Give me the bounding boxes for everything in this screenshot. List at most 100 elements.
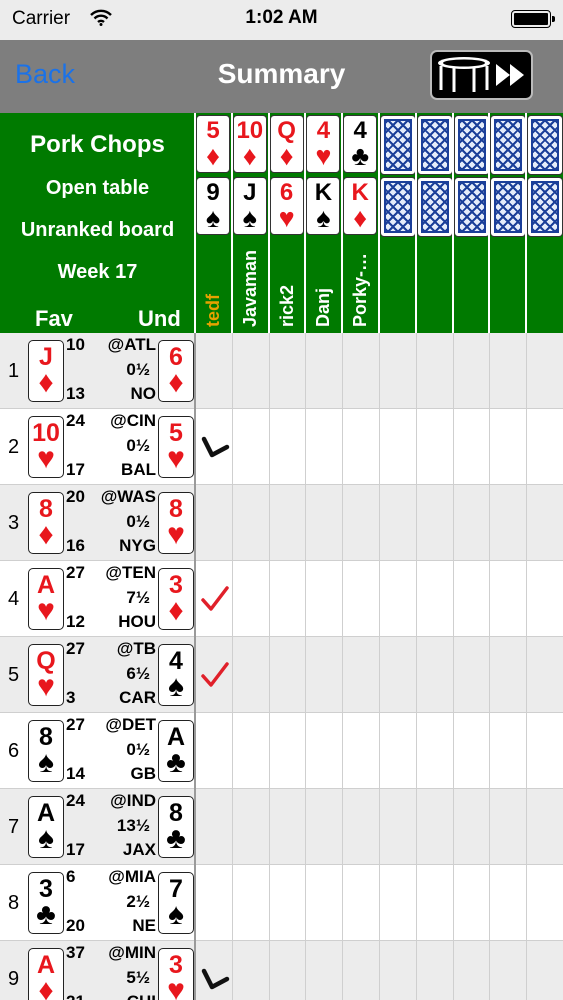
pick-cell[interactable] — [416, 561, 452, 637]
pick-cell[interactable] — [416, 713, 452, 789]
pick-cell[interactable] — [342, 941, 378, 1000]
pick-cell[interactable] — [379, 333, 415, 409]
pick-cell[interactable] — [416, 485, 452, 561]
pick-cell[interactable] — [195, 789, 231, 865]
player-name-column[interactable]: Danj — [305, 237, 341, 327]
player-name-column[interactable]: tedf — [195, 237, 231, 327]
pick-cell[interactable] — [453, 333, 489, 409]
pick-cell[interactable] — [526, 333, 562, 409]
pick-cell[interactable] — [379, 485, 415, 561]
pick-cell[interactable] — [489, 713, 525, 789]
pick-cell[interactable] — [416, 789, 452, 865]
pick-cell[interactable] — [232, 561, 268, 637]
pick-cell[interactable] — [342, 789, 378, 865]
pick-cell[interactable] — [526, 941, 562, 1000]
pick-cell[interactable] — [526, 789, 562, 865]
game-row[interactable]: 1 J ♦ 6 ♦ 10 @ATL 0½ 13 NO — [0, 333, 563, 409]
pick-cell[interactable] — [269, 333, 305, 409]
pick-cell[interactable] — [305, 485, 341, 561]
game-row[interactable]: 9 A♦ 3♥ 37 @MIN 5½ 21 CHI — [0, 941, 563, 1000]
game-row[interactable]: 8 3 ♣ 7 ♠ 6 @MIA 2½ 20 NE — [0, 865, 563, 941]
player-name-column[interactable] — [526, 237, 562, 327]
game-row[interactable]: 5 Q ♥ 4 ♠ 27 @TB 6½ 3 CAR — [0, 637, 563, 713]
pick-cell[interactable] — [489, 637, 525, 713]
pick-cell[interactable] — [195, 865, 231, 941]
pick-cell[interactable] — [526, 637, 562, 713]
pick-cell[interactable] — [305, 333, 341, 409]
pick-cell[interactable] — [453, 713, 489, 789]
pick-cell[interactable] — [232, 333, 268, 409]
game-row[interactable]: 6 8 ♠ A ♣ 27 @DET 0½ 14 GB — [0, 713, 563, 789]
pick-cell[interactable] — [379, 789, 415, 865]
pick-cell[interactable] — [269, 485, 305, 561]
pick-cell[interactable] — [305, 637, 341, 713]
player-name-column[interactable] — [416, 237, 452, 327]
pick-cell[interactable] — [232, 713, 268, 789]
player-name-column[interactable]: rick2 — [269, 237, 305, 327]
game-row[interactable]: 3 8 ♦ 8 ♥ 20 @WAS 0½ 16 NYG — [0, 485, 563, 561]
pick-cell[interactable] — [416, 865, 452, 941]
pick-cell[interactable] — [526, 865, 562, 941]
pick-cell[interactable] — [305, 713, 341, 789]
pick-cell[interactable] — [416, 409, 452, 485]
pick-cell[interactable] — [342, 409, 378, 485]
pick-cell[interactable] — [305, 865, 341, 941]
player-name-column[interactable]: Javaman — [232, 237, 268, 327]
player-name-column[interactable]: Porky-… — [342, 237, 378, 327]
pick-cell[interactable] — [453, 789, 489, 865]
pick-cell[interactable] — [416, 637, 452, 713]
pick-cell[interactable] — [453, 485, 489, 561]
pick-cell[interactable] — [453, 941, 489, 1000]
pick-cell[interactable] — [342, 637, 378, 713]
pick-cell[interactable] — [342, 485, 378, 561]
pick-cell[interactable] — [195, 333, 231, 409]
player-name-column[interactable] — [489, 237, 525, 327]
pick-cell[interactable] — [232, 637, 268, 713]
pick-cell[interactable] — [489, 333, 525, 409]
pick-cell[interactable] — [489, 485, 525, 561]
pick-cell[interactable] — [379, 865, 415, 941]
pick-cell[interactable] — [453, 865, 489, 941]
pick-cell[interactable] — [379, 409, 415, 485]
pick-cell[interactable] — [453, 561, 489, 637]
pick-cell[interactable] — [269, 409, 305, 485]
pick-cell[interactable] — [269, 789, 305, 865]
pick-cell[interactable] — [379, 561, 415, 637]
pick-cell[interactable] — [269, 865, 305, 941]
player-name-column[interactable] — [379, 237, 415, 327]
pick-cell[interactable] — [232, 865, 268, 941]
game-row[interactable]: 7 A ♠ 8 ♣ 24 @IND 13½ 17 JAX — [0, 789, 563, 865]
pick-cell[interactable] — [526, 409, 562, 485]
pick-cell[interactable] — [269, 561, 305, 637]
pick-cell[interactable] — [342, 713, 378, 789]
pick-cell[interactable] — [489, 561, 525, 637]
pick-cell[interactable] — [269, 713, 305, 789]
pick-cell[interactable] — [416, 941, 452, 1000]
pick-cell[interactable] — [269, 941, 305, 1000]
pick-cell[interactable] — [305, 561, 341, 637]
pick-cell[interactable] — [526, 561, 562, 637]
pick-cell[interactable] — [453, 637, 489, 713]
pick-cell[interactable] — [526, 485, 562, 561]
pick-cell[interactable] — [305, 941, 341, 1000]
pick-cell[interactable] — [195, 713, 231, 789]
player-name-column[interactable] — [453, 237, 489, 327]
pick-cell[interactable] — [379, 713, 415, 789]
pick-cell[interactable] — [489, 789, 525, 865]
pick-cell[interactable] — [379, 941, 415, 1000]
pick-cell[interactable] — [489, 941, 525, 1000]
pick-cell[interactable] — [269, 637, 305, 713]
pick-cell[interactable] — [305, 409, 341, 485]
pick-cell[interactable] — [489, 409, 525, 485]
pick-cell[interactable] — [379, 637, 415, 713]
game-row[interactable]: 2 10 ♥ 5 ♥ 24 @CIN 0½ 17 BAL — [0, 409, 563, 485]
pick-cell[interactable] — [342, 333, 378, 409]
pick-cell[interactable] — [416, 333, 452, 409]
pick-cell[interactable] — [232, 941, 268, 1000]
pick-cell[interactable] — [305, 789, 341, 865]
pick-cell[interactable] — [342, 865, 378, 941]
game-row[interactable]: 4 A ♥ 3 ♦ 27 @TEN 7½ 12 HOU — [0, 561, 563, 637]
pick-cell[interactable] — [232, 485, 268, 561]
pick-cell[interactable] — [526, 713, 562, 789]
pick-cell[interactable] — [453, 409, 489, 485]
